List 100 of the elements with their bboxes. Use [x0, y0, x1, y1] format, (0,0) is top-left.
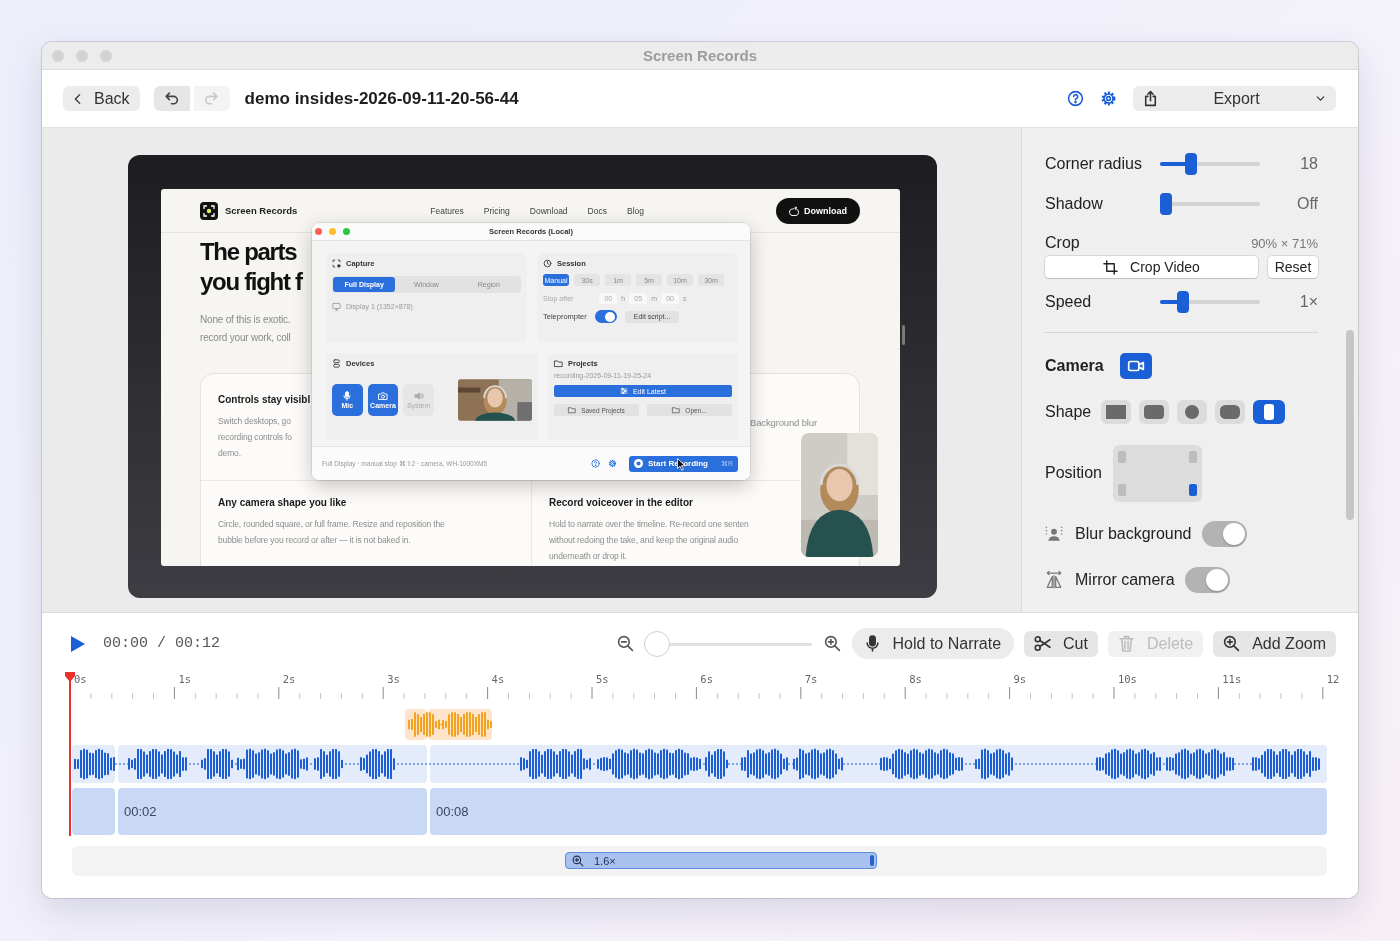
settings-icon[interactable] — [608, 459, 617, 468]
window-title: Screen Records — [642, 47, 758, 64]
devices-icon — [332, 359, 341, 368]
ruler-label: 1s — [177, 673, 193, 685]
slider-thumb[interactable] — [1176, 291, 1189, 313]
crop-video-button[interactable]: Crop Video — [1045, 256, 1258, 278]
toggle-switch[interactable] — [1201, 521, 1247, 547]
ruler-label: 2s — [281, 673, 297, 685]
help-icon[interactable] — [1067, 90, 1084, 107]
setting-label: Shape — [1045, 403, 1093, 421]
clip-time: 00:02 — [124, 804, 157, 819]
slider-thumb[interactable] — [1160, 193, 1172, 215]
zoom-segment[interactable]: 1.6× — [565, 852, 877, 869]
ruler-label: 10s — [1116, 673, 1138, 685]
ruler-label: 3s — [386, 673, 401, 685]
nav-link[interactable]: Pricing — [483, 205, 510, 216]
brand-name: Screen Records — [225, 205, 298, 216]
toggle-label: Mirror camera — [1075, 571, 1175, 589]
crop-icon — [1103, 259, 1119, 275]
folder-icon — [672, 406, 681, 414]
slider-thumb[interactable] — [643, 630, 670, 657]
mirror-icon — [1045, 571, 1063, 589]
feature-text: Hold to narrate over the timeline. Re-record one senten without redoing the take, and keep the original audio underneath or drop it. — [549, 518, 749, 563]
zoom-in-icon — [572, 854, 584, 867]
slider-thumb[interactable] — [1184, 153, 1197, 175]
zoom-out-icon[interactable] — [616, 635, 634, 652]
ruler-label: 4s — [490, 673, 506, 685]
hero-heading: The parts you fight f — [200, 237, 302, 297]
zoom-in-icon[interactable] — [823, 635, 841, 652]
apple-icon — [789, 205, 799, 216]
camera-icon — [377, 391, 388, 401]
ruler-label: 12 — [1325, 673, 1341, 685]
playhead[interactable] — [65, 672, 75, 836]
undo-button[interactable] — [153, 86, 190, 111]
drag-handle[interactable] — [870, 855, 874, 866]
action-button[interactable]: Hold to Narrate — [851, 628, 1015, 659]
setting-label: Shadow — [1045, 195, 1104, 213]
scissors-icon — [1034, 635, 1052, 652]
clip-time: 00:08 — [436, 804, 469, 819]
toggle-switch[interactable] — [594, 310, 617, 323]
folder-icon — [568, 406, 577, 414]
circle-shape-icon — [1182, 405, 1202, 419]
close-button[interactable] — [315, 228, 322, 235]
export-dropdown[interactable]: Export — [1133, 86, 1336, 111]
slider[interactable] — [1160, 291, 1260, 313]
microphone-icon — [863, 635, 881, 652]
help-icon[interactable] — [591, 459, 600, 468]
ruler-label: 9s — [1012, 673, 1028, 685]
setting-label: Position — [1045, 464, 1103, 482]
camera-toggle[interactable] — [1119, 353, 1152, 379]
nav-link[interactable]: Blog — [627, 205, 644, 216]
trash-icon — [1117, 635, 1135, 652]
logo-icon — [200, 201, 218, 220]
undo-icon — [163, 90, 181, 107]
feature-title: Any camera shape you like — [218, 497, 347, 509]
shape-option[interactable] — [1253, 400, 1285, 424]
shape-option[interactable] — [1215, 400, 1245, 424]
wide-shape-icon — [1220, 405, 1240, 419]
zoom-in-icon — [1223, 635, 1241, 652]
redo-icon — [203, 90, 221, 107]
hero-text: None of this is exotic. record your work, coll — [200, 313, 291, 345]
setting-label: Corner radius — [1045, 155, 1143, 173]
setting-value: 90% × 71% — [1251, 235, 1318, 251]
shape-option[interactable] — [1101, 400, 1131, 424]
setting-value: 1× — [1299, 293, 1318, 311]
feature-text: Circle, rounded square, or full frame. Resize and reposition the bubble before you record or after — it is not baked in. — [218, 518, 445, 547]
shape-option[interactable] — [1177, 400, 1207, 424]
setting-label: Crop — [1045, 234, 1081, 252]
monitor-icon — [332, 302, 341, 311]
settings-icon[interactable] — [1100, 90, 1117, 107]
scrollbar[interactable] — [1346, 330, 1354, 520]
slider[interactable] — [1160, 153, 1260, 175]
section-heading: Camera — [1045, 357, 1104, 375]
resize-handle[interactable] — [902, 325, 905, 345]
back-button[interactable]: Back — [63, 86, 140, 111]
slider[interactable] — [1160, 193, 1260, 215]
toggle-switch[interactable] — [1184, 567, 1230, 593]
shape-option[interactable] — [1139, 400, 1169, 424]
zoom-slider[interactable] — [643, 630, 812, 657]
ruler-label: 8s — [908, 673, 923, 685]
nav-link[interactable]: Features — [430, 205, 464, 216]
ruler-label: 5s — [594, 673, 610, 685]
mic-icon — [342, 391, 353, 401]
sliders-icon — [619, 387, 628, 395]
nav-link[interactable]: Docs — [587, 205, 607, 216]
position-option[interactable] — [1189, 483, 1197, 496]
rounded-shape-icon — [1144, 405, 1164, 419]
play-button[interactable] — [70, 634, 86, 653]
action-button[interactable]: Cut — [1024, 630, 1098, 657]
download-button[interactable]: Download — [776, 197, 860, 224]
feature-title: Record voiceover in the editor — [549, 497, 693, 509]
feature-title: Controls stay visibl — [218, 394, 311, 406]
reset-button[interactable]: Reset — [1268, 256, 1318, 278]
video-clip — [72, 788, 115, 835]
nav-link[interactable]: Download — [529, 205, 568, 216]
clock-icon — [543, 259, 552, 268]
toggle-label: Blur background — [1075, 525, 1192, 543]
capture-icon — [332, 259, 341, 268]
action-button[interactable]: Add Zoom — [1213, 630, 1336, 657]
ruler-label: 11s — [1221, 673, 1243, 685]
